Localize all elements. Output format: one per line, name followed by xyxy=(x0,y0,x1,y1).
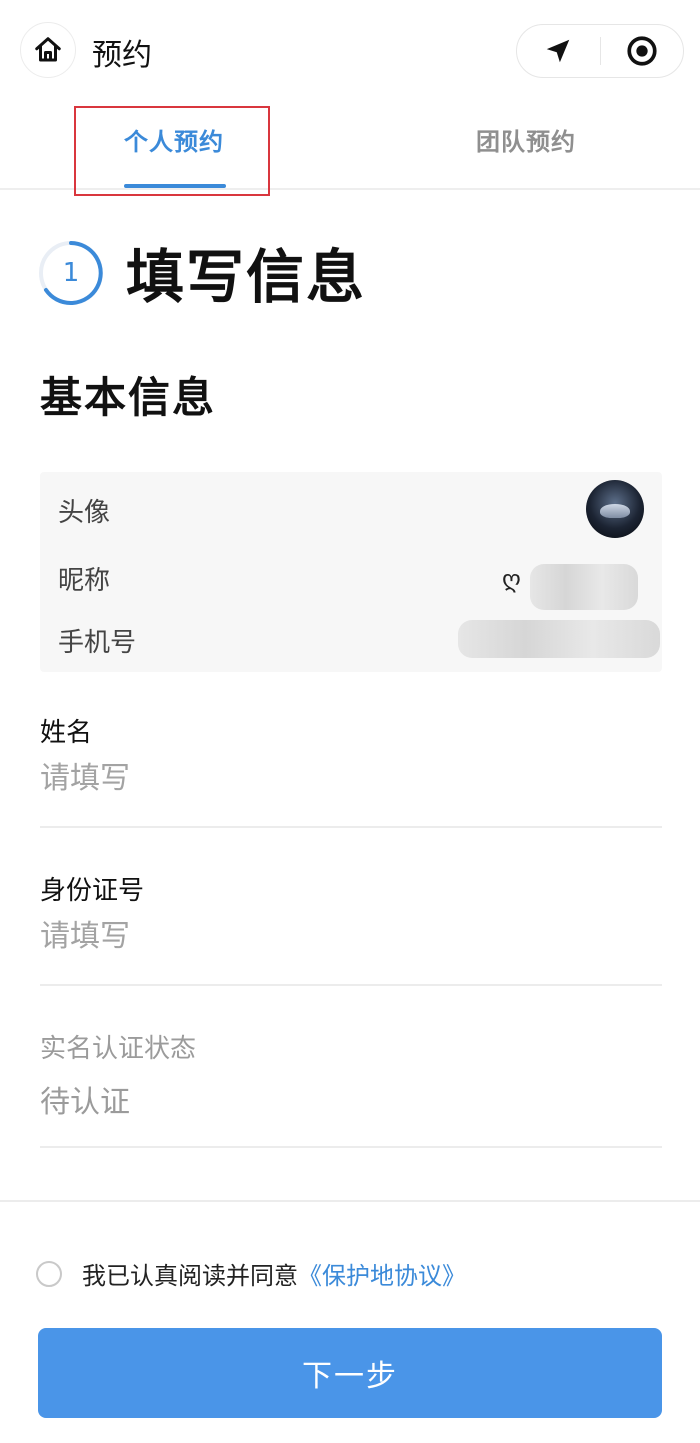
location-button[interactable] xyxy=(517,24,600,78)
name-input[interactable] xyxy=(40,761,662,796)
name-field: 姓名 xyxy=(40,712,662,796)
name-label: 姓名 xyxy=(40,718,93,748)
agreement-text: 我已认真阅读并同意 xyxy=(82,1262,298,1290)
nickname-redacted xyxy=(530,564,638,610)
step-title: 填写信息 xyxy=(126,243,367,311)
home-icon xyxy=(35,37,61,62)
verification-field: 实名认证状态 待认证 xyxy=(40,1028,662,1121)
divider xyxy=(40,826,662,828)
phone-label: 手机号 xyxy=(58,628,137,658)
id-number-field: 身份证号 xyxy=(40,870,662,954)
basic-info-card: 头像 昵称 ღ 手机号 xyxy=(40,472,662,672)
agreement-link[interactable]: 《保护地协议》 xyxy=(298,1256,466,1291)
capsule-menu xyxy=(516,24,684,78)
section-title: 基本信息 xyxy=(40,373,217,422)
navigation-arrow-icon xyxy=(547,39,570,63)
tab-team[interactable]: 团队预约 xyxy=(476,122,576,157)
id-number-label: 身份证号 xyxy=(40,876,145,906)
home-button[interactable] xyxy=(20,22,76,78)
top-bar: 预约 xyxy=(0,0,700,100)
next-step-button[interactable]: 下一步 xyxy=(38,1328,662,1418)
nickname-label: 昵称 xyxy=(58,566,111,596)
divider xyxy=(40,984,662,986)
divider xyxy=(40,1146,662,1148)
id-number-input[interactable] xyxy=(40,919,662,954)
agreement-checkbox[interactable] xyxy=(36,1260,62,1287)
page-title: 预约 xyxy=(92,38,152,73)
verification-label: 实名认证状态 xyxy=(40,1034,197,1064)
annotation-highlight-box xyxy=(74,106,270,196)
verification-status: 待认证 xyxy=(40,1085,130,1120)
step-number: 1 xyxy=(62,258,80,288)
close-miniprogram-button[interactable] xyxy=(601,24,684,78)
avatar-label: 头像 xyxy=(58,498,111,528)
nickname-prefix: ღ xyxy=(502,565,521,593)
footer-divider xyxy=(0,1200,700,1202)
agreement-row: 我已认真阅读并同意 《保护地协议》 xyxy=(36,1256,466,1291)
phone-redacted xyxy=(458,620,660,658)
tab-bar: 个人预约 团队预约 xyxy=(0,100,700,196)
record-target-icon xyxy=(627,36,657,66)
avatar xyxy=(586,480,644,538)
